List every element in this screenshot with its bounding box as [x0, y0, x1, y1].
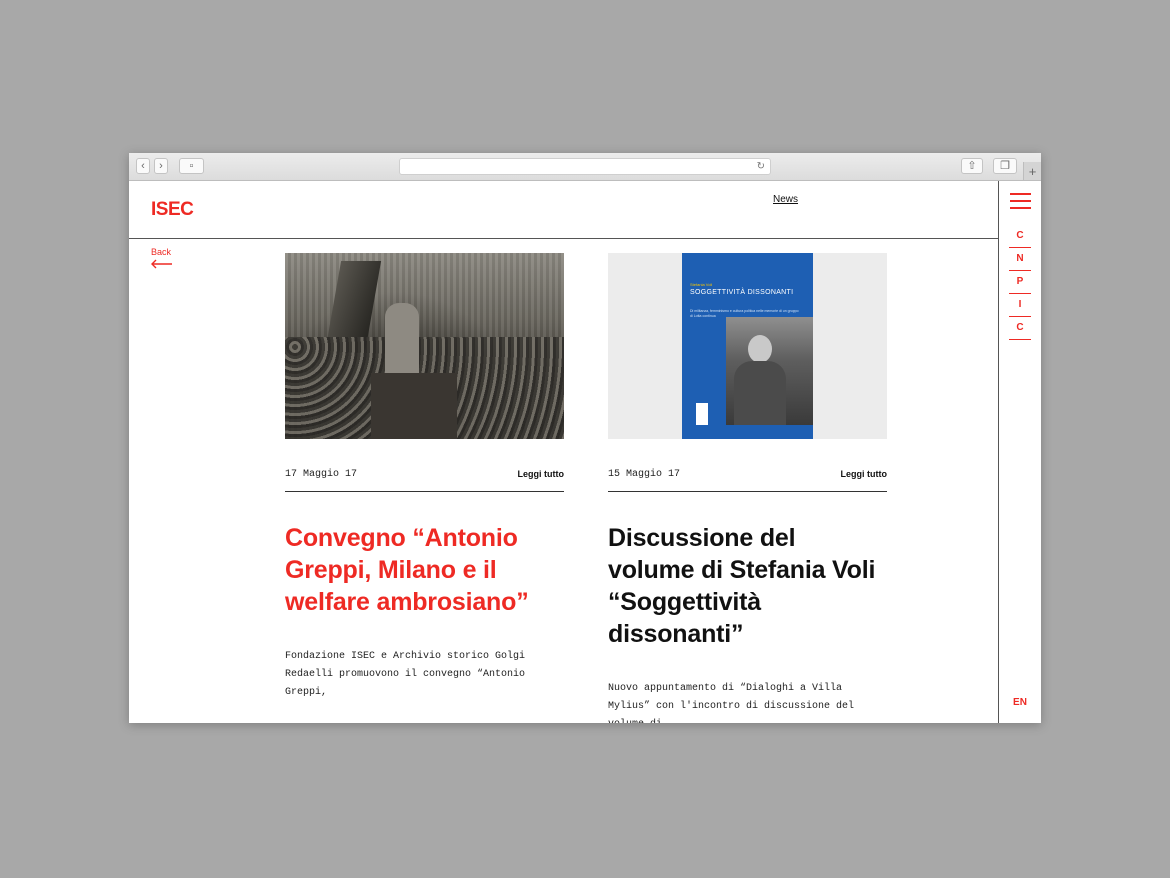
article-meta: 17 Maggio 17 Leggi tutto: [285, 469, 564, 492]
read-more-link[interactable]: Leggi tutto: [841, 469, 888, 479]
article-date: 15 Maggio 17: [608, 469, 681, 480]
article-image-book[interactable]: Stefania Voli SOGGETTIVITÀ DISSONANTI Di…: [608, 253, 887, 439]
browser-window: ‹ › ▫ ↻ ⇧ ❐ + ISEC News Back 17 Maggio 1…: [129, 153, 1041, 723]
section-letter-p[interactable]: P: [1009, 272, 1031, 294]
header-divider: [129, 238, 998, 239]
read-more-link[interactable]: Leggi tutto: [518, 469, 565, 479]
article-image-greppi[interactable]: [285, 253, 564, 439]
article-title[interactable]: Convegno “Antonio Greppi, Milano e il we…: [285, 522, 564, 618]
section-letters: C N P I C: [1009, 226, 1031, 341]
arrow-left-icon: [151, 259, 172, 269]
book-author: Stefania Voli: [690, 282, 713, 287]
tabs-overview-icon[interactable]: ❐: [993, 158, 1017, 174]
hamburger-menu-icon[interactable]: [1010, 193, 1031, 210]
section-letter-n[interactable]: N: [1009, 249, 1031, 271]
publisher-logo-icon: [696, 403, 708, 425]
article-card: Stefania Voli SOGGETTIVITÀ DISSONANTI Di…: [608, 253, 887, 723]
forward-nav-icon[interactable]: ›: [154, 158, 168, 174]
photo-body: [734, 361, 786, 425]
article-card: 17 Maggio 17 Leggi tutto Convegno “Anton…: [285, 253, 564, 702]
book-title: SOGGETTIVITÀ DISSONANTI: [690, 289, 794, 296]
section-letter-c2[interactable]: C: [1009, 318, 1031, 340]
section-letter-c[interactable]: C: [1009, 226, 1031, 248]
page-content: ISEC News Back 17 Maggio 17 Leggi tutto …: [129, 181, 998, 723]
browser-toolbar: ‹ › ▫ ↻ ⇧ ❐ +: [129, 153, 1041, 181]
back-link[interactable]: Back: [151, 247, 173, 269]
photo-podium: [371, 373, 457, 439]
nav-news-link[interactable]: News: [773, 194, 798, 205]
right-sidebar: C N P I C EN: [999, 181, 1041, 723]
back-label: Back: [151, 247, 172, 257]
book-cover: Stefania Voli SOGGETTIVITÀ DISSONANTI Di…: [682, 253, 813, 439]
article-excerpt: Fondazione ISEC e Archivio storico Golgi…: [285, 651, 526, 698]
share-icon[interactable]: ⇧: [961, 158, 983, 174]
photo-face: [748, 335, 772, 363]
article-title[interactable]: Discussione del volume di Stefania Voli …: [608, 522, 887, 650]
section-letter-i[interactable]: I: [1009, 295, 1031, 317]
book-cover-photo: [726, 317, 813, 425]
language-switch[interactable]: EN: [999, 697, 1041, 708]
photo-speaker: [385, 303, 419, 379]
address-bar[interactable]: ↻: [399, 158, 771, 175]
sidebar-toggle-icon[interactable]: ▫: [179, 158, 204, 174]
site-logo[interactable]: ISEC: [151, 199, 194, 221]
new-tab-icon[interactable]: +: [1023, 162, 1041, 180]
article-meta: 15 Maggio 17 Leggi tutto: [608, 469, 887, 492]
reload-icon[interactable]: ↻: [757, 161, 765, 172]
article-excerpt: Nuovo appuntamento di “Dialoghi a Villa …: [608, 683, 855, 723]
article-date: 17 Maggio 17: [285, 469, 358, 480]
back-nav-icon[interactable]: ‹: [136, 158, 150, 174]
